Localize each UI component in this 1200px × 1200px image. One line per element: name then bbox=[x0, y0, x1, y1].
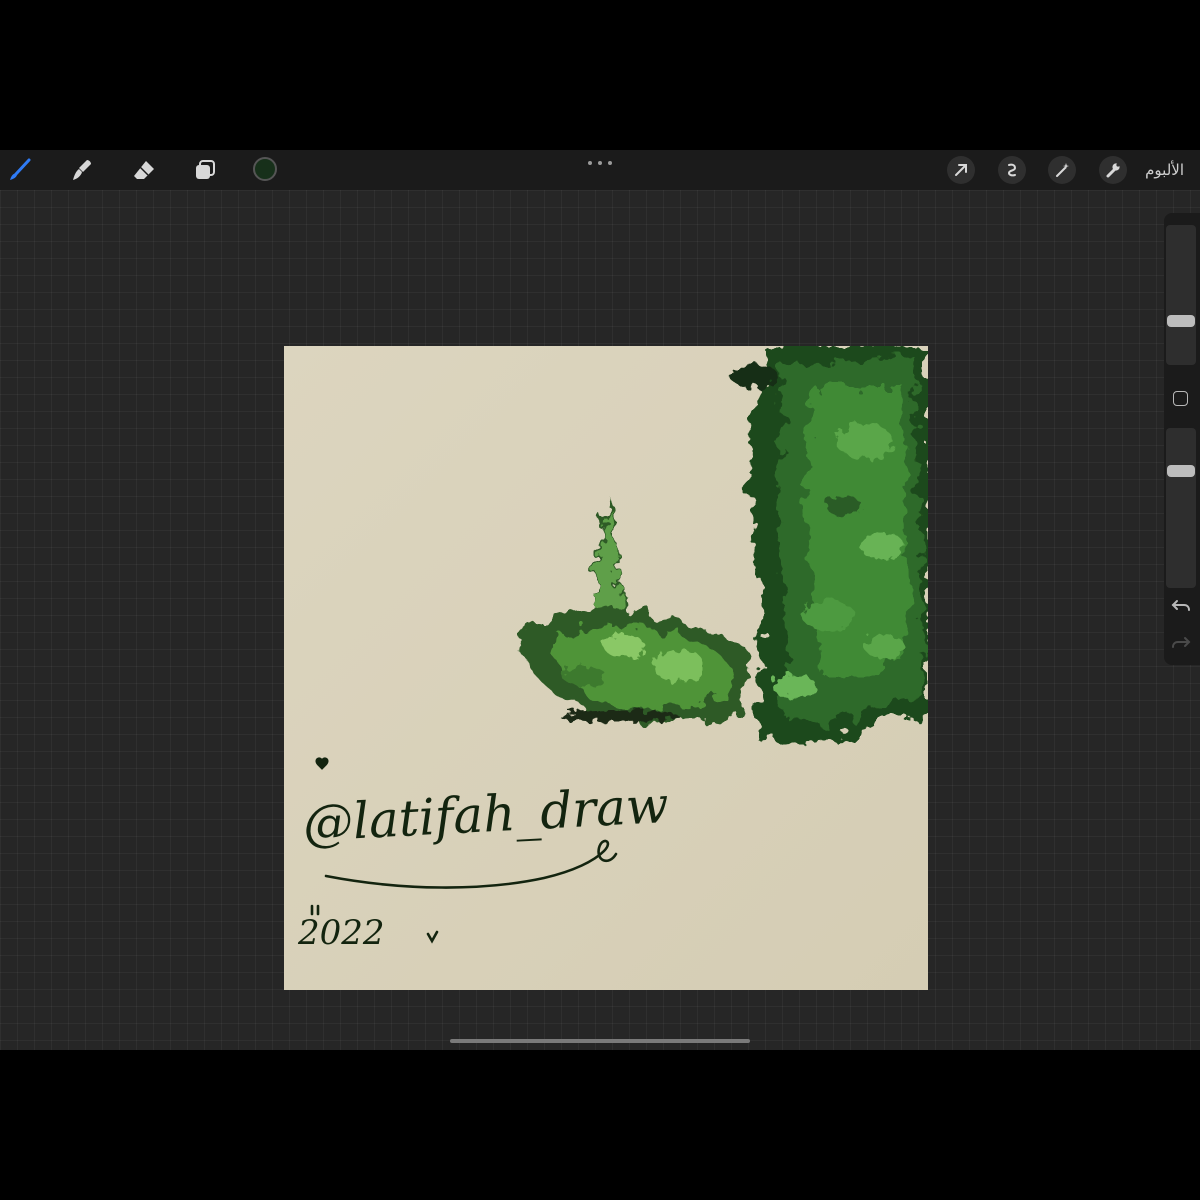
brush-opacity-slider[interactable] bbox=[1166, 428, 1196, 588]
adjustments-wand-icon[interactable] bbox=[1048, 156, 1076, 184]
home-indicator[interactable] bbox=[450, 1039, 750, 1043]
drawing-canvas[interactable]: @latifah_draw 2022 bbox=[284, 346, 928, 990]
year-text: 2022 bbox=[297, 913, 385, 953]
modify-button[interactable] bbox=[1173, 391, 1188, 406]
eraser-icon[interactable] bbox=[130, 156, 158, 184]
actions-wrench-icon[interactable] bbox=[1099, 156, 1127, 184]
brush-size-slider[interactable] bbox=[1166, 225, 1196, 365]
color-picker-button[interactable] bbox=[253, 157, 277, 181]
procreate-screen: الألبوم @latifah_draw 2022 bbox=[0, 150, 1200, 1050]
more-options-icon[interactable] bbox=[588, 156, 612, 170]
smudge-icon[interactable] bbox=[68, 156, 96, 184]
artwork-painting: @latifah_draw 2022 bbox=[284, 346, 928, 990]
transform-arrow-icon[interactable] bbox=[947, 156, 975, 184]
gallery-button[interactable]: الألبوم bbox=[1145, 160, 1184, 180]
redo-icon[interactable] bbox=[1170, 633, 1192, 653]
brush-size-thumb[interactable] bbox=[1167, 314, 1195, 327]
brush-opacity-thumb[interactable] bbox=[1167, 465, 1195, 477]
selection-icon[interactable] bbox=[998, 156, 1026, 184]
top-toolbar: الألبوم bbox=[0, 150, 1200, 190]
brush-icon[interactable] bbox=[6, 156, 34, 184]
undo-icon[interactable] bbox=[1170, 596, 1192, 616]
layers-icon[interactable] bbox=[191, 156, 219, 184]
